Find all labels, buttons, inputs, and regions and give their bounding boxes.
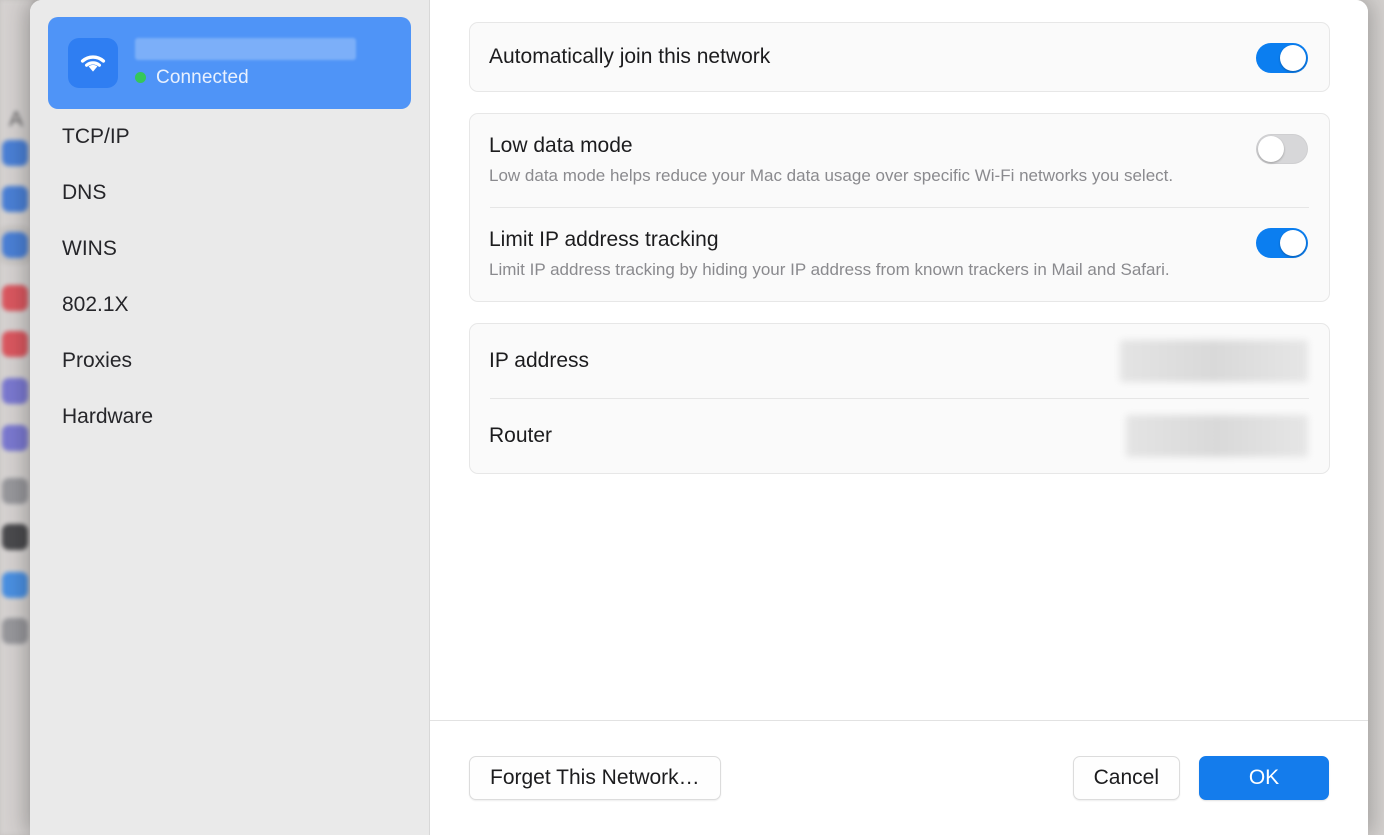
- network-details-sheet: Connected TCP/IP DNS WINS 802.1X Proxies…: [30, 0, 1368, 835]
- sidebar-item-network-summary[interactable]: Connected: [48, 17, 411, 109]
- sidebar-item-label: DNS: [62, 181, 107, 204]
- auto-join-label: Automatically join this network: [489, 45, 771, 68]
- sidebar-item-label: Proxies: [62, 349, 133, 372]
- limit-ip-tracking-toggle[interactable]: [1256, 228, 1308, 258]
- background-settings-sidebar: A: [0, 0, 32, 835]
- low-data-mode-toggle[interactable]: [1256, 134, 1308, 164]
- ip-address-value-redacted: [1120, 340, 1308, 382]
- general-app-icon: [2, 478, 28, 504]
- network-status: Connected: [135, 67, 356, 89]
- forget-this-network-button[interactable]: Forget This Network…: [469, 756, 721, 800]
- privacy-options-card: Low data mode Low data mode helps reduce…: [469, 113, 1330, 302]
- limit-ip-tracking-row: Limit IP address tracking Limit IP addre…: [470, 208, 1329, 301]
- network-status-label: Connected: [156, 66, 249, 88]
- background-sidebar-letter: A: [9, 108, 24, 131]
- settings-scroll-area: Automatically join this network Low data…: [430, 0, 1368, 720]
- sheet-sidebar: Connected TCP/IP DNS WINS 802.1X Proxies…: [30, 0, 430, 835]
- router-row: Router: [470, 399, 1329, 473]
- sidebar-item-label: TCP/IP: [62, 125, 130, 148]
- wifi-app-icon: [2, 140, 28, 166]
- screen-time-app-icon: [2, 425, 28, 451]
- low-data-mode-label: Low data mode: [489, 134, 633, 157]
- control-center-app-icon: [2, 618, 28, 644]
- sidebar-item-label: WINS: [62, 237, 117, 260]
- sidebar-item-label: Hardware: [62, 405, 154, 428]
- sidebar-item-label: 802.1X: [62, 293, 129, 316]
- sidebar-item-8021x[interactable]: 802.1X: [30, 277, 429, 333]
- focus-app-icon: [2, 378, 28, 404]
- router-value-redacted: [1126, 415, 1308, 457]
- low-data-mode-description: Low data mode helps reduce your Mac data…: [489, 166, 1174, 185]
- bluetooth-app-icon: [2, 186, 28, 212]
- cancel-button[interactable]: Cancel: [1072, 756, 1180, 800]
- auto-join-toggle[interactable]: [1256, 43, 1308, 73]
- auto-join-card: Automatically join this network: [469, 22, 1330, 92]
- sheet-content-pane: Automatically join this network Low data…: [430, 0, 1368, 835]
- auto-join-row: Automatically join this network: [470, 23, 1329, 91]
- sheet-footer: Forget This Network… Cancel OK: [430, 720, 1368, 835]
- appearance-app-icon: [2, 524, 28, 550]
- network-app-icon: [2, 232, 28, 258]
- forget-this-network-label: Forget This Network…: [490, 766, 700, 789]
- notifications-app-icon: [2, 285, 28, 311]
- sidebar-item-wins[interactable]: WINS: [30, 221, 429, 277]
- toggle-knob: [1280, 230, 1306, 256]
- address-info-card: IP address Router: [469, 323, 1330, 474]
- toggle-knob: [1258, 136, 1284, 162]
- network-name-redacted: [135, 37, 356, 60]
- toggle-knob: [1280, 45, 1306, 71]
- ip-address-row: IP address: [470, 324, 1329, 398]
- ok-label: OK: [1248, 766, 1280, 789]
- sidebar-item-hardware[interactable]: Hardware: [30, 389, 429, 445]
- cancel-label: Cancel: [1093, 766, 1159, 789]
- router-label: Router: [489, 424, 553, 447]
- low-data-mode-row: Low data mode Low data mode helps reduce…: [470, 114, 1329, 207]
- ok-button[interactable]: OK: [1199, 756, 1329, 800]
- accessibility-app-icon: [2, 572, 28, 598]
- ip-address-label: IP address: [489, 349, 590, 372]
- status-dot-icon: [135, 72, 146, 83]
- sidebar-item-dns[interactable]: DNS: [30, 165, 429, 221]
- wifi-icon: [68, 38, 118, 88]
- limit-ip-tracking-label: Limit IP address tracking: [489, 228, 719, 251]
- sound-app-icon: [2, 331, 28, 357]
- sidebar-item-proxies[interactable]: Proxies: [30, 333, 429, 389]
- sidebar-item-tcpip[interactable]: TCP/IP: [30, 109, 429, 165]
- limit-ip-tracking-description: Limit IP address tracking by hiding your…: [489, 260, 1170, 279]
